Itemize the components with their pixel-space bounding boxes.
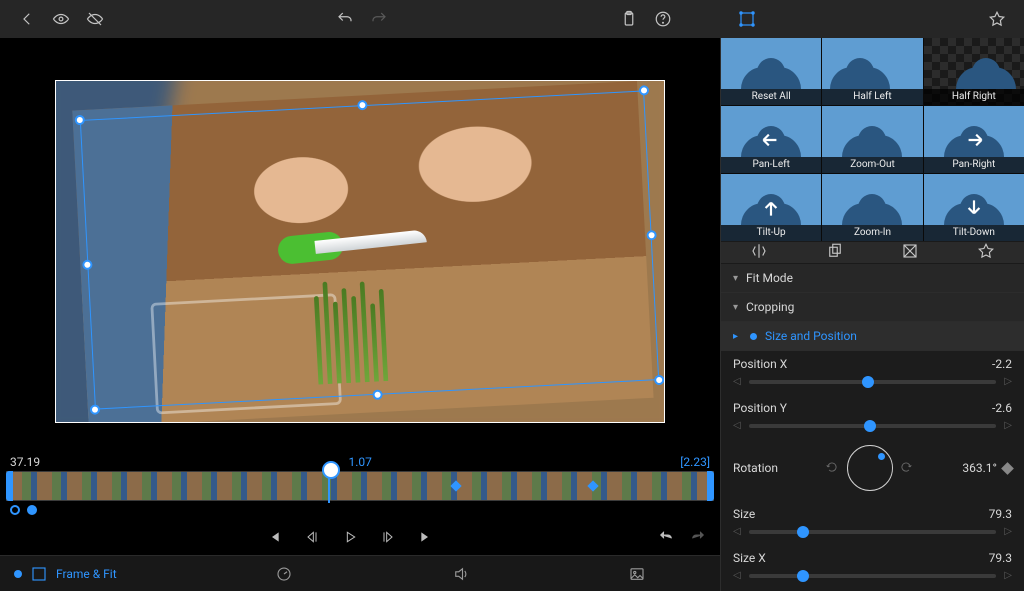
prop-position-y: Position Y-2.6 ◁▷ (721, 395, 1024, 439)
timeline-strip[interactable] (6, 471, 714, 501)
keyframe-marker[interactable] (588, 480, 599, 491)
keyframe-toggle-icon[interactable] (1001, 462, 1014, 475)
nudge-right-icon[interactable]: ▷ (1004, 526, 1012, 537)
tab-audio[interactable] (452, 565, 470, 583)
rotate-cw-icon[interactable] (899, 460, 915, 477)
nudge-right-icon[interactable]: ▷ (1004, 570, 1012, 581)
prop-size-x: Size X79.3 ◁▷ (721, 545, 1024, 589)
preset-half-left[interactable]: Half Left (822, 38, 922, 105)
top-toolbar (0, 0, 1024, 38)
clipboard-icon[interactable] (612, 4, 646, 34)
preview-panel: 37.19 1.07 [2.23] (0, 38, 720, 591)
section-size-position[interactable]: ▸Size and Position (721, 322, 1024, 351)
preset-zoom-in[interactable]: Zoom-In (822, 174, 922, 241)
play-icon[interactable] (336, 523, 364, 551)
section-cropping[interactable]: ▾Cropping (721, 293, 1024, 322)
crop-handle-bm[interactable] (372, 390, 383, 401)
back-icon[interactable] (10, 4, 44, 34)
time-start: 37.19 (10, 455, 40, 469)
rotation-dial[interactable] (847, 445, 893, 491)
undo-small-icon[interactable] (652, 523, 680, 551)
eye-open-icon[interactable] (44, 4, 78, 34)
nudge-left-icon[interactable]: ◁ (733, 570, 741, 581)
marker-icon[interactable] (27, 505, 37, 515)
nudge-right-icon[interactable]: ▷ (1004, 420, 1012, 431)
preset-pan-right[interactable]: Pan-Right (924, 106, 1024, 173)
skip-end-icon[interactable] (412, 523, 440, 551)
undo-icon[interactable] (328, 4, 362, 34)
flip-icon[interactable] (734, 242, 784, 263)
tab-frame-fit[interactable]: Frame & Fit (14, 565, 117, 583)
skip-start-icon[interactable] (260, 523, 288, 551)
redo-icon (362, 4, 396, 34)
prop-size: Size79.3 ◁▷ (721, 501, 1024, 545)
keyframe-marker[interactable] (450, 480, 461, 491)
preview-frame[interactable] (55, 80, 665, 423)
preset-zoom-out[interactable]: Zoom-Out (822, 106, 922, 173)
slider-size[interactable] (749, 530, 997, 534)
slider-position-y[interactable] (749, 424, 997, 428)
help-icon[interactable] (646, 4, 680, 34)
time-readout: 37.19 1.07 [2.23] (0, 455, 720, 471)
tab-image[interactable] (628, 565, 646, 583)
bottom-tabs: Frame & Fit (0, 555, 720, 591)
copy-icon[interactable] (810, 242, 860, 263)
redo-small-icon (684, 523, 712, 551)
prop-position-x: Position X-2.2 ◁▷ (721, 351, 1024, 395)
prop-rotation: Rotation 363.1° (721, 439, 1024, 501)
favorite-icon[interactable] (961, 242, 1011, 263)
step-forward-icon[interactable] (374, 523, 402, 551)
rotate-ccw-icon[interactable] (825, 460, 841, 477)
tab-speed[interactable] (275, 565, 293, 583)
step-back-icon[interactable] (298, 523, 326, 551)
slider-position-x[interactable] (749, 380, 997, 384)
time-current: 1.07 (348, 455, 371, 469)
nudge-right-icon[interactable]: ▷ (1004, 376, 1012, 387)
expand-icon[interactable] (885, 242, 935, 263)
star-icon[interactable] (980, 4, 1014, 34)
inspector-panel: Reset All Half Left Half Right Pan-Left … (720, 38, 1024, 591)
crop-handle-tm[interactable] (357, 100, 368, 111)
crop-box[interactable] (80, 90, 659, 409)
crop-handle-ml[interactable] (82, 260, 93, 271)
tool-row (721, 241, 1024, 264)
preset-grid: Reset All Half Left Half Right Pan-Left … (721, 38, 1024, 241)
preset-tilt-up[interactable]: Tilt-Up (721, 174, 821, 241)
crop-handle-tl[interactable] (75, 115, 86, 126)
transport-controls (0, 519, 720, 555)
nudge-left-icon[interactable]: ◁ (733, 420, 741, 431)
preset-tilt-down[interactable]: Tilt-Down (924, 174, 1024, 241)
preset-pan-left[interactable]: Pan-Left (721, 106, 821, 173)
slider-size-x[interactable] (749, 574, 997, 578)
section-fit-mode[interactable]: ▾Fit Mode (721, 264, 1024, 293)
tab-label: Frame & Fit (56, 567, 117, 581)
nudge-left-icon[interactable]: ◁ (733, 376, 741, 387)
crop-tool-icon[interactable] (730, 4, 764, 34)
nudge-left-icon[interactable]: ◁ (733, 526, 741, 537)
preset-half-right[interactable]: Half Right (924, 38, 1024, 105)
eye-closed-icon[interactable] (78, 4, 112, 34)
marker-icon[interactable] (10, 505, 20, 515)
playhead[interactable] (328, 469, 330, 503)
time-end: [2.23] (680, 455, 710, 469)
